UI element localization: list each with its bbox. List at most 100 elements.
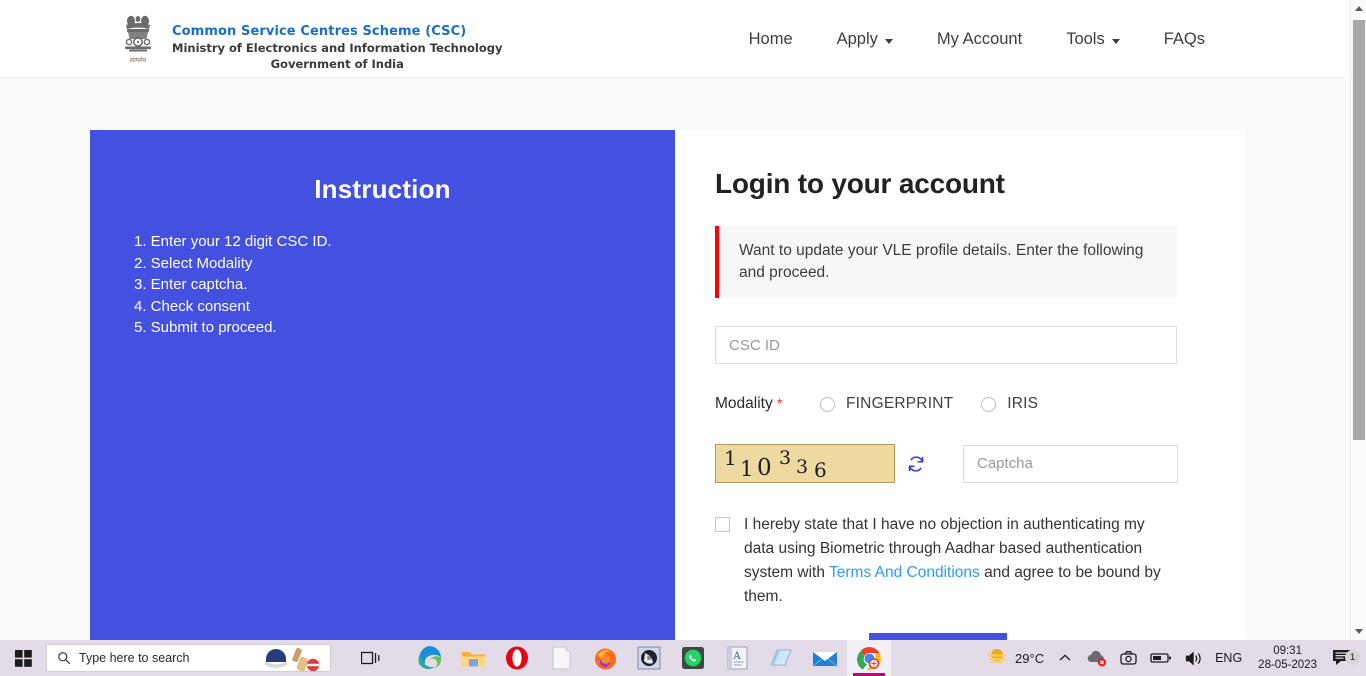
media-player-icon[interactable]: [627, 640, 671, 676]
cricket-helmet-bat-ball-icon: [260, 645, 322, 671]
captcha-input[interactable]: [963, 444, 1178, 483]
language-label: ENG: [1215, 651, 1243, 665]
google-chrome-icon[interactable]: [847, 640, 891, 676]
refresh-icon[interactable]: [907, 455, 925, 473]
weather-temperature: 29°C: [1015, 650, 1045, 666]
submit-button[interactable]: SUBMIT: [869, 633, 1007, 640]
modality-option-label: IRIS: [1007, 395, 1039, 412]
firefox-icon[interactable]: [583, 640, 627, 676]
svg-text:A: A: [732, 651, 741, 662]
instruction-list: 1. Enter your 12 digit CSC ID. 2. Select…: [90, 231, 675, 339]
modality-option-iris[interactable]: IRIS: [981, 395, 1038, 413]
windows-start-icon[interactable]: [0, 640, 46, 676]
modality-option-label: FINGERPRINT: [846, 395, 954, 412]
login-card: Instruction 1. Enter your 12 digit CSC I…: [90, 130, 1245, 640]
modality-option-fingerprint[interactable]: FINGERPRINT: [820, 395, 953, 413]
consent-checkbox[interactable]: [715, 517, 730, 532]
nav-item-label: Tools: [1066, 30, 1105, 48]
search-icon: [57, 651, 71, 665]
ashoka-emblem-icon: सत्यमेव: [118, 12, 158, 68]
clock-time: 09:31: [1273, 645, 1302, 657]
onedrive-error-icon[interactable]: [1080, 640, 1113, 676]
document-icon[interactable]: [539, 640, 583, 676]
login-panel: Login to your account Want to update you…: [675, 130, 1245, 640]
task-view-icon[interactable]: [349, 640, 393, 676]
system-tray: 29°C ENG 09:31 28-05-2023 1: [980, 640, 1366, 676]
language-indicator[interactable]: ENG: [1209, 640, 1248, 676]
show-hidden-icons-chevron[interactable]: [1050, 640, 1080, 676]
chevron-down-icon: [1111, 39, 1120, 44]
captcha-digit: 1: [740, 457, 754, 481]
notification-icon[interactable]: 1: [1327, 648, 1362, 668]
captcha-digit: 0: [757, 455, 772, 481]
scroll-up-arrow[interactable]: [1351, 0, 1366, 17]
scroll-down-arrow[interactable]: [1351, 623, 1366, 640]
info-alert: Want to update your VLE profile details.…: [715, 226, 1177, 298]
captcha-image: 1 1 0 3 3 6: [715, 444, 895, 483]
instruction-title: Instruction: [314, 174, 451, 204]
nav-item-label: My Account: [936, 30, 1023, 48]
notes-icon[interactable]: [759, 640, 803, 676]
main-nav: Home Apply My Account Tools FAQs: [727, 30, 1227, 49]
brand[interactable]: सत्यमेव Common Service Centres Scheme (C…: [118, 12, 503, 71]
nav-item-apply[interactable]: Apply: [815, 30, 915, 49]
scrollbar-thumb[interactable]: [1353, 20, 1365, 440]
captcha-digit: 6: [814, 458, 827, 482]
whatsapp-icon[interactable]: [671, 640, 715, 676]
brand-ministry: Ministry of Electronics and Information …: [172, 41, 503, 55]
instruction-item: 2. Select Modality: [134, 254, 253, 272]
consent-text: I hereby state that I have no objection …: [744, 513, 1177, 609]
opera-icon[interactable]: [495, 640, 539, 676]
search-input[interactable]: Type here to search: [46, 644, 331, 672]
dictionary-icon[interactable]: A: [715, 640, 759, 676]
battery-icon[interactable]: [1144, 640, 1178, 676]
sun-weather-icon: [986, 646, 1008, 671]
radio-icon[interactable]: [981, 396, 997, 412]
site-header: सत्यमेव Common Service Centres Scheme (C…: [0, 0, 1345, 78]
terms-and-conditions-link[interactable]: Terms And Conditions: [829, 564, 980, 581]
instruction-item: 1. Enter your 12 digit CSC ID.: [134, 233, 332, 250]
captcha-digit: 1: [724, 446, 737, 470]
instruction-item: 5. Submit to proceed.: [134, 319, 277, 336]
submit-row: SUBMIT: [715, 633, 1189, 640]
modality-row: Modality * FINGERPRINT IRIS: [715, 392, 1189, 416]
nav-item-label: FAQs: [1163, 30, 1205, 48]
page-title: Login to your account: [715, 168, 1005, 199]
file-explorer-icon[interactable]: [451, 640, 495, 676]
notification-count-badge: 1: [1345, 650, 1360, 665]
modality-label: Modality *: [715, 395, 820, 413]
brand-government: Government of India: [270, 57, 404, 71]
instruction-item: 3. Enter captcha.: [134, 276, 248, 293]
nav-item-faqs[interactable]: FAQs: [1142, 30, 1227, 49]
page-scrollbar[interactable]: [1350, 0, 1366, 640]
captcha-row: 1 1 0 3 3 6: [715, 444, 1189, 483]
brand-title: Common Service Centres Scheme (CSC): [172, 24, 467, 39]
nav-item-label: Home: [748, 30, 793, 48]
windows-taskbar: Type here to search A 29°C ENG 09:31 28-…: [0, 640, 1366, 676]
chevron-down-icon: [884, 39, 893, 44]
nav-item-tools[interactable]: Tools: [1044, 30, 1142, 49]
volume-icon[interactable]: [1178, 640, 1209, 676]
required-asterisk: *: [777, 395, 783, 411]
csc-id-input[interactable]: [715, 326, 1177, 364]
browser-viewport: सत्यमेव Common Service Centres Scheme (C…: [0, 0, 1366, 640]
radio-icon[interactable]: [820, 396, 835, 412]
camera-icon[interactable]: [1113, 640, 1144, 676]
consent-row: I hereby state that I have no objection …: [715, 513, 1177, 609]
modality-label-text: Modality: [715, 395, 773, 412]
instruction-panel: Instruction 1. Enter your 12 digit CSC I…: [90, 130, 675, 640]
nav-item-home[interactable]: Home: [727, 30, 815, 49]
nav-item-label: Apply: [836, 30, 878, 48]
svg-text:सत्यमेव: सत्यमेव: [130, 56, 147, 64]
search-placeholder: Type here to search: [79, 651, 190, 665]
mail-icon[interactable]: [803, 640, 847, 676]
clock[interactable]: 09:31 28-05-2023: [1248, 644, 1327, 672]
info-alert-text: Want to update your VLE profile details.…: [739, 242, 1144, 281]
microsoft-edge-icon[interactable]: [407, 640, 451, 676]
captcha-digit: 3: [779, 447, 792, 469]
weather-widget[interactable]: 29°C: [980, 640, 1050, 676]
instruction-item: 4. Check consent: [134, 297, 250, 315]
captcha-digit: 3: [796, 456, 809, 478]
clock-date: 28-05-2023: [1258, 659, 1317, 671]
nav-item-my-account[interactable]: My Account: [915, 30, 1044, 49]
